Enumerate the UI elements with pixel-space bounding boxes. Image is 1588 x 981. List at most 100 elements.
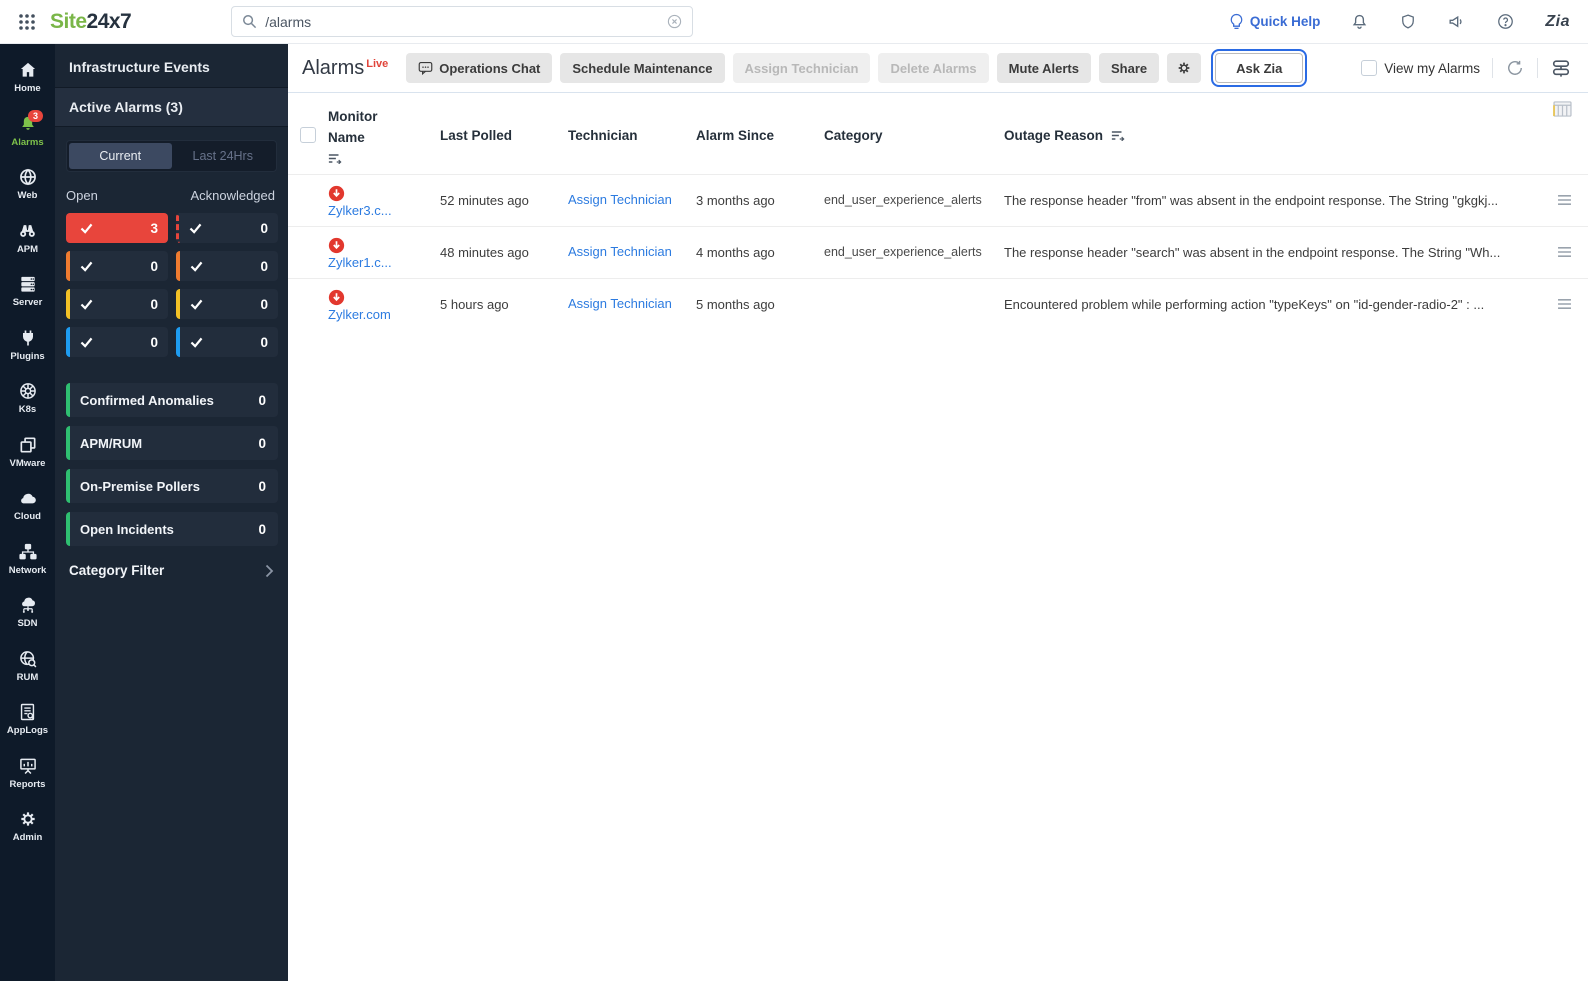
mute-alerts-button[interactable]: Mute Alerts (996, 53, 1091, 83)
share-button[interactable]: Share (1098, 53, 1160, 83)
alarm-since-value: 5 months ago (696, 296, 775, 312)
rail-item-applogs[interactable]: AppLogs (0, 698, 55, 752)
open-down-count-chip[interactable]: 3 (66, 213, 168, 243)
column-settings-sliders-icon[interactable] (1550, 58, 1572, 78)
alarms-count-badge: 3 (28, 109, 44, 122)
outage-reason-value: The response header "search" was absent … (1004, 244, 1501, 260)
infrastructure-events-panel: Infrastructure Events Active Alarms (3) … (55, 44, 288, 981)
notifications-bell-icon[interactable] (1350, 12, 1369, 31)
ack-trouble-count-chip[interactable]: 0 (176, 289, 278, 319)
assign-technician-link[interactable]: Assign Technician (568, 296, 672, 311)
network-topology-icon (18, 543, 37, 559)
assign-technician-link[interactable]: Assign Technician (568, 244, 672, 259)
check-icon (190, 299, 203, 310)
quick-help-label: Quick Help (1249, 14, 1321, 29)
rail-item-network[interactable]: Network (0, 538, 55, 592)
row-actions-menu-icon[interactable] (1544, 298, 1588, 310)
header-outage-reason[interactable]: Outage Reason (1004, 128, 1103, 143)
open-ack-labels: Open Acknowledged (66, 188, 277, 203)
rail-item-rum[interactable]: RUM (0, 645, 55, 699)
monitor-link[interactable]: Zylker.com (328, 307, 391, 322)
tab-last-24hrs[interactable]: Last 24Hrs (172, 143, 275, 169)
site24x7-logo[interactable]: Site 24x7 (50, 9, 132, 34)
home-icon (20, 62, 35, 77)
ack-down-count-chip[interactable]: 0 (176, 213, 278, 243)
header-alarm-since[interactable]: Alarm Since (696, 128, 824, 143)
global-search[interactable] (231, 6, 694, 37)
applogs-document-icon (20, 703, 35, 721)
header-category[interactable]: Category (824, 128, 1004, 143)
rail-item-alarms[interactable]: 3 Alarms (0, 109, 55, 164)
assign-technician-link[interactable]: Assign Technician (568, 192, 672, 207)
check-icon (80, 337, 93, 348)
rail-item-sdn[interactable]: SDN (0, 591, 55, 645)
logo-site: Site (50, 9, 87, 33)
tab-current[interactable]: Current (69, 143, 172, 169)
open-critical-count-chip[interactable]: 0 (66, 251, 168, 281)
search-input[interactable] (265, 13, 668, 30)
rail-item-server[interactable]: Server (0, 270, 55, 324)
lightbulb-icon (1230, 13, 1243, 29)
monitor-link[interactable]: Zylker1.c... (328, 255, 392, 270)
active-alarms-header[interactable]: Active Alarms (3) (55, 87, 288, 127)
alarm-row-zylker[interactable]: Zylker.com 5 hours ago Assign Technician… (288, 277, 1588, 330)
quick-help-button[interactable]: Quick Help (1229, 13, 1321, 30)
rail-item-admin[interactable]: Admin (0, 805, 55, 859)
table-header-row: Monitor Name Last Polled Technician Alar… (288, 93, 1588, 174)
summary-apm-rum[interactable]: APM/RUM 0 (66, 426, 278, 460)
check-icon (80, 223, 93, 234)
refresh-icon[interactable] (1505, 58, 1525, 78)
alarm-time-tabs: Current Last 24Hrs (66, 140, 277, 172)
vmware-layers-icon (20, 437, 35, 452)
rail-item-plugins[interactable]: Plugins (0, 324, 55, 378)
header-technician[interactable]: Technician (568, 128, 696, 143)
ask-zia-button[interactable]: Ask Zia (1211, 49, 1308, 87)
summary-open-incidents[interactable]: Open Incidents 0 (66, 512, 278, 546)
app-grid-icon[interactable] (14, 9, 40, 35)
open-maintenance-count-chip[interactable]: 0 (66, 327, 168, 357)
reports-presentation-icon (19, 758, 36, 774)
rail-item-home[interactable]: Home (0, 56, 55, 110)
ack-critical-count-chip[interactable]: 0 (176, 251, 278, 281)
alarms-main: Alarms Live Operations Chat Schedule Main… (288, 44, 1588, 981)
summary-on-premise-pollers[interactable]: On-Premise Pollers 0 (66, 469, 278, 503)
chevron-right-icon (265, 564, 274, 577)
header-last-polled[interactable]: Last Polled (440, 128, 568, 143)
gear-icon (1178, 62, 1190, 74)
table-column-picker-icon[interactable] (1553, 101, 1572, 122)
operations-chat-button[interactable]: Operations Chat (406, 53, 553, 83)
category-value: end_user_experience_alerts (824, 245, 982, 260)
alarm-since-value: 4 months ago (696, 244, 775, 260)
check-icon (80, 261, 93, 272)
clear-search-icon[interactable] (667, 14, 682, 29)
view-my-alarms-toggle[interactable]: View my Alarms (1361, 60, 1480, 76)
row-actions-menu-icon[interactable] (1544, 194, 1588, 206)
server-stack-icon (20, 276, 35, 292)
header-monitor-name[interactable]: Monitor Name (328, 107, 398, 149)
rail-item-reports[interactable]: Reports (0, 752, 55, 806)
security-shield-icon[interactable] (1399, 12, 1417, 31)
rail-item-web[interactable]: Web (0, 163, 55, 217)
ack-maintenance-count-chip[interactable]: 0 (176, 327, 278, 357)
view-my-alarms-checkbox[interactable] (1361, 60, 1378, 76)
announcements-megaphone-icon[interactable] (1447, 12, 1466, 31)
rail-item-vmware[interactable]: VMware (0, 431, 55, 485)
select-all-checkbox[interactable] (300, 127, 316, 144)
outage-reason-filter-icon[interactable] (1111, 130, 1125, 141)
alarm-row-zylker1[interactable]: Zylker1.c... 48 minutes ago Assign Techn… (288, 225, 1588, 278)
cloud-icon (20, 493, 36, 504)
summary-confirmed-anomalies[interactable]: Confirmed Anomalies 0 (66, 383, 278, 417)
rail-item-apm[interactable]: APM (0, 217, 55, 271)
help-question-icon[interactable] (1496, 12, 1515, 31)
open-trouble-count-chip[interactable]: 0 (66, 289, 168, 319)
monitor-name-filter-icon[interactable] (328, 153, 342, 164)
alarm-settings-gear-button[interactable] (1167, 53, 1202, 83)
category-filter[interactable]: Category Filter (69, 563, 274, 578)
zia-logo[interactable]: Zia (1545, 13, 1570, 31)
row-actions-menu-icon[interactable] (1544, 246, 1588, 258)
alarm-row-zylker3[interactable]: Zylker3.c... 52 minutes ago Assign Techn… (288, 173, 1588, 226)
rail-item-k8s[interactable]: K8s (0, 377, 55, 431)
schedule-maintenance-button[interactable]: Schedule Maintenance (560, 53, 725, 83)
monitor-link[interactable]: Zylker3.c... (328, 203, 392, 218)
rail-item-cloud[interactable]: Cloud (0, 484, 55, 538)
